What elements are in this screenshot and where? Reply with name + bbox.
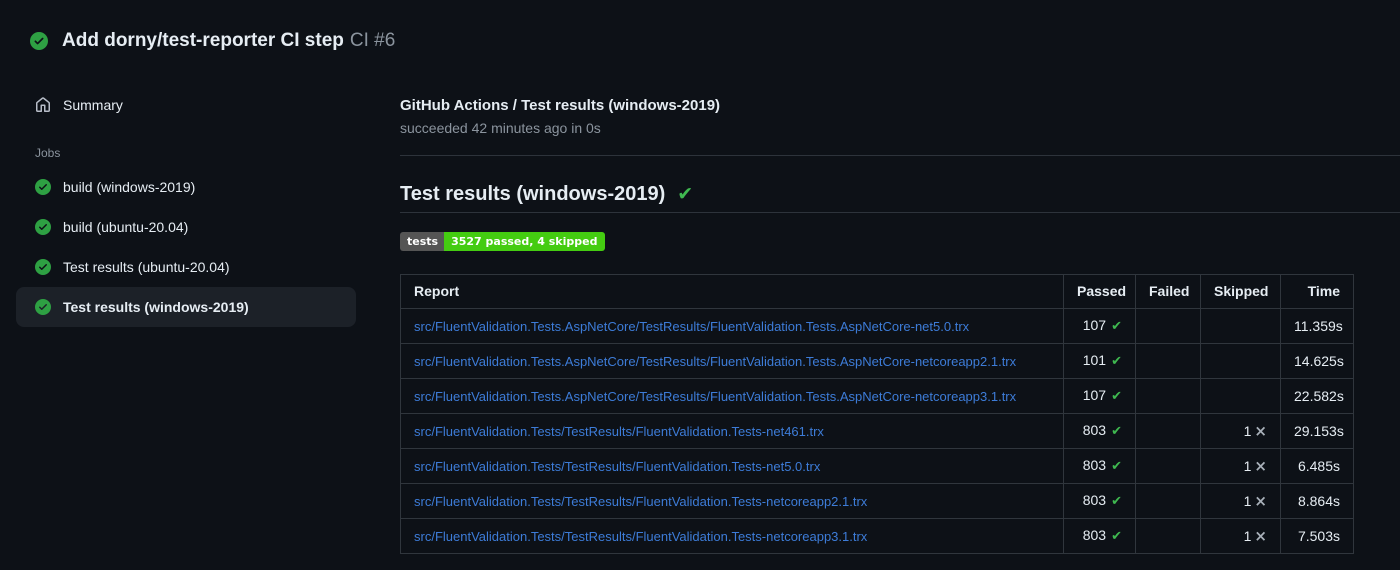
failed-cell [1135, 483, 1201, 519]
job-list: build (windows-2019) build (ubuntu-20.04… [0, 167, 370, 327]
check-icon: ✔ [1111, 389, 1122, 404]
skipped-count: 1 [1243, 492, 1252, 509]
failed-cell [1135, 518, 1201, 554]
time-value: 14.625s [1280, 343, 1354, 379]
column-header-report: Report [400, 274, 1064, 309]
column-header-failed: Failed [1135, 274, 1201, 309]
job-label: build (ubuntu-20.04) [63, 219, 189, 235]
check-status-text: succeeded 42 minutes ago in 0s [400, 120, 601, 136]
report-link[interactable]: src/FluentValidation.Tests.AspNetCore/Te… [414, 319, 969, 334]
table-row: src/FluentValidation.Tests/TestResults/F… [400, 448, 1354, 484]
job-label: Test results (ubuntu-20.04) [63, 259, 230, 275]
passed-count: 803 [1082, 492, 1107, 508]
table-row: src/FluentValidation.Tests.AspNetCore/Te… [400, 378, 1354, 414]
report-link[interactable]: src/FluentValidation.Tests.AspNetCore/Te… [414, 389, 1016, 404]
time-value: 29.153s [1280, 413, 1354, 449]
home-icon [36, 97, 50, 112]
skipped-count: 1 [1243, 457, 1252, 474]
failed-cell [1135, 378, 1201, 414]
success-check-circle-icon [35, 179, 51, 195]
job-label: Test results (windows-2019) [63, 299, 249, 315]
check-icon: ✔ [1111, 354, 1122, 369]
passed-count: 101 [1082, 352, 1107, 368]
summary-label: Summary [63, 97, 123, 113]
time-value: 7.503s [1280, 518, 1354, 554]
x-icon: × [1254, 526, 1267, 545]
x-icon: × [1254, 456, 1267, 475]
time-value: 11.359s [1280, 308, 1354, 344]
sidebar-item-job-build-windows[interactable]: build (windows-2019) [16, 167, 356, 207]
skipped-count: 1 [1243, 422, 1252, 439]
table-row: src/FluentValidation.Tests/TestResults/F… [400, 413, 1354, 449]
column-header-passed: Passed [1063, 274, 1136, 309]
sidebar-item-job-test-results-windows[interactable]: Test results (windows-2019) [16, 287, 356, 327]
failed-cell [1135, 308, 1201, 344]
check-icon: ✔ [1111, 424, 1122, 439]
check-icon: ✔ [1111, 459, 1122, 474]
passed-count: 803 [1082, 527, 1107, 543]
run-header: Add dorny/test-reporter CI step CI #6 [0, 0, 1400, 54]
failed-cell [1135, 343, 1201, 379]
divider [400, 155, 1400, 156]
success-check-circle-icon [35, 259, 51, 275]
run-number: CI #6 [349, 30, 396, 51]
table-header-row: Report Passed Failed Skipped Time [400, 274, 1354, 309]
check-name: GitHub Actions / Test results (windows-2… [400, 97, 721, 114]
report-link[interactable]: src/FluentValidation.Tests/TestResults/F… [414, 424, 824, 439]
badge-value: 3527 passed, 4 skipped [444, 232, 606, 251]
run-title-text: Add dorny/test-reporter CI step [62, 30, 344, 51]
sidebar-item-job-build-ubuntu[interactable]: build (ubuntu-20.04) [16, 207, 356, 247]
passed-count: 107 [1082, 387, 1107, 403]
passed-count: 803 [1082, 422, 1107, 438]
section-title-text: Test results (windows-2019) [400, 183, 666, 205]
table-row: src/FluentValidation.Tests.AspNetCore/Te… [400, 308, 1354, 344]
divider [400, 212, 1400, 213]
success-check-circle-icon [35, 219, 51, 235]
run-title: Add dorny/test-reporter CI step CI #6 [62, 28, 395, 54]
x-icon: × [1254, 421, 1267, 440]
sidebar: Summary Jobs build (windows-2019) build … [0, 54, 370, 327]
report-link[interactable]: src/FluentValidation.Tests.AspNetCore/Te… [414, 354, 1016, 369]
table-row: src/FluentValidation.Tests/TestResults/F… [400, 518, 1354, 554]
passed-count: 803 [1082, 457, 1107, 473]
passed-count: 107 [1082, 317, 1107, 333]
report-link[interactable]: src/FluentValidation.Tests/TestResults/F… [414, 494, 867, 509]
x-icon: × [1254, 491, 1267, 510]
table-row: src/FluentValidation.Tests/TestResults/F… [400, 483, 1354, 519]
check-icon: ✔ [1111, 529, 1122, 544]
jobs-section-label: Jobs [35, 146, 61, 160]
report-link[interactable]: src/FluentValidation.Tests/TestResults/F… [414, 459, 820, 474]
success-check-icon: ✔ [677, 183, 694, 205]
check-run-content: GitHub Actions / Test results (windows-2… [370, 54, 1400, 554]
report-link[interactable]: src/FluentValidation.Tests/TestResults/F… [414, 529, 867, 544]
column-header-skipped: Skipped [1200, 274, 1281, 309]
section-title: Test results (windows-2019) ✔ [400, 180, 1400, 208]
sidebar-item-job-test-results-ubuntu[interactable]: Test results (ubuntu-20.04) [16, 247, 356, 287]
badge-label: tests [400, 232, 445, 251]
time-value: 8.864s [1280, 483, 1354, 519]
check-icon: ✔ [1111, 319, 1122, 334]
column-header-time: Time [1280, 274, 1354, 309]
sidebar-item-summary[interactable]: Summary [16, 90, 356, 120]
job-label: build (windows-2019) [63, 179, 196, 195]
time-value: 6.485s [1280, 448, 1354, 484]
failed-cell [1135, 413, 1201, 449]
tests-badge: tests 3527 passed, 4 skipped [400, 232, 606, 251]
skipped-count: 1 [1243, 527, 1252, 544]
check-icon: ✔ [1111, 494, 1122, 509]
time-value: 22.582s [1280, 378, 1354, 414]
success-check-circle-icon [30, 32, 48, 50]
report-table: Report Passed Failed Skipped Time src/Fl… [400, 274, 1354, 554]
table-row: src/FluentValidation.Tests.AspNetCore/Te… [400, 343, 1354, 379]
failed-cell [1135, 448, 1201, 484]
success-check-circle-icon [35, 299, 51, 315]
